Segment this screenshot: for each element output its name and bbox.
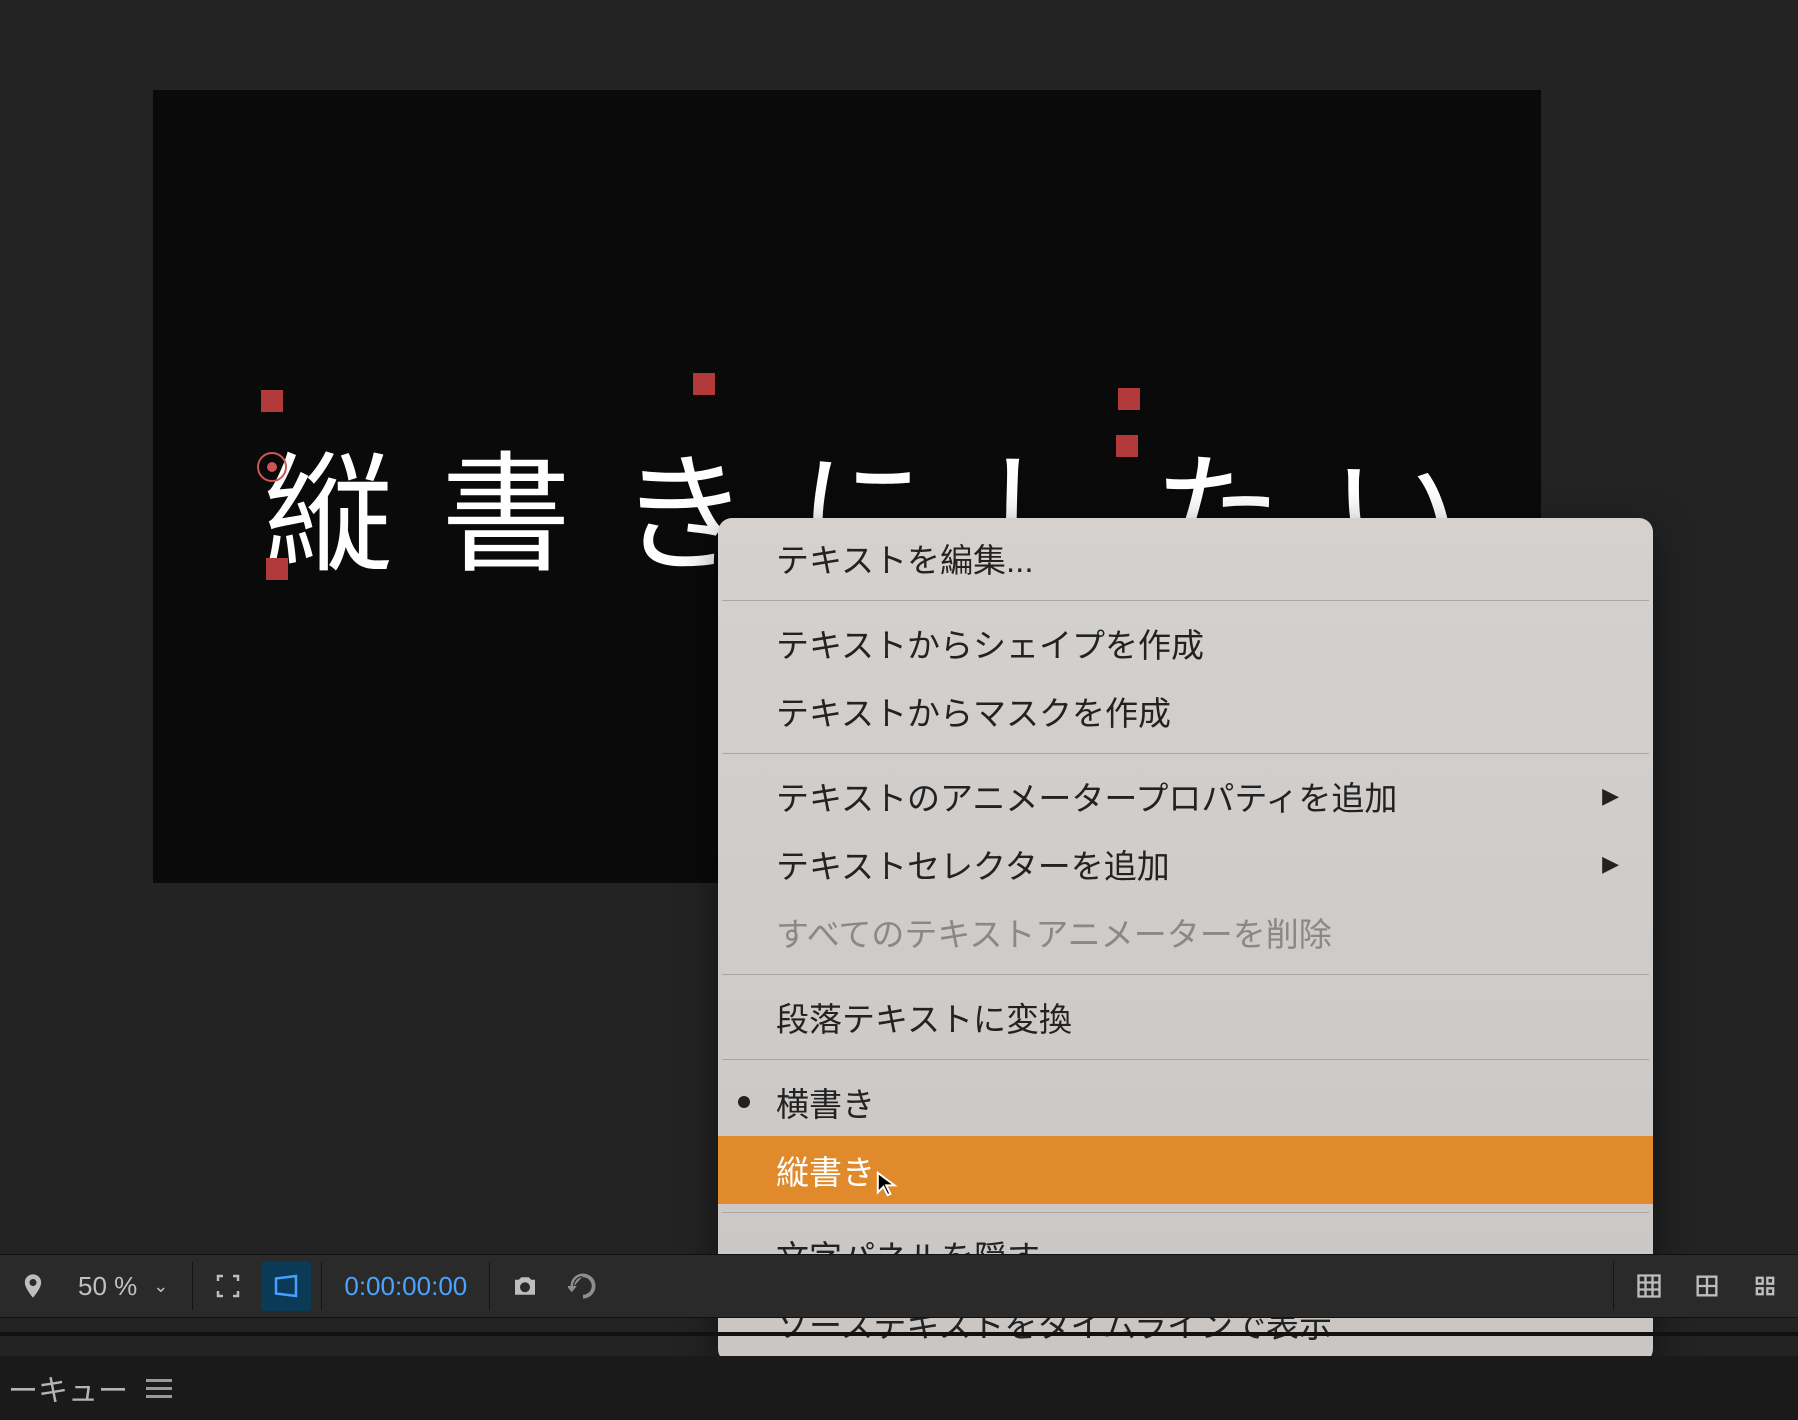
panel-tab[interactable]: ーキュー [8,1366,128,1410]
menu-item-horizontal-writing[interactable]: 横書き [718,1068,1653,1136]
menu-item-label: 縦書き [776,1146,875,1194]
menu-separator [722,974,1649,975]
selection-handle[interactable] [261,390,283,412]
panel-tab-strip: ーキュー [0,1356,1798,1420]
chevron-down-icon[interactable]: ⌄ [153,1276,186,1297]
menu-item-label: テキストからマスクを作成 [776,687,1171,735]
menu-item-edit-text[interactable]: テキストを編集... [718,524,1653,592]
snapshot-icon[interactable] [500,1261,550,1311]
submenu-arrow-icon: ▶ [1602,783,1619,809]
guides-icon[interactable] [1682,1261,1732,1311]
menu-item-create-masks[interactable]: テキストからマスクを作成 [718,677,1653,745]
menu-item-label: 段落テキストに変換 [776,993,1072,1041]
selection-handle[interactable] [1116,435,1138,457]
menu-separator [722,753,1649,754]
show-snapshot-icon[interactable] [558,1261,608,1311]
zoom-level[interactable]: 50 % [62,1271,153,1302]
menu-item-label: テキストセレクターを追加 [776,840,1170,888]
selection-handle[interactable] [1118,388,1140,410]
adjustable-guides-icon[interactable] [1740,1261,1790,1311]
menu-item-add-animator[interactable]: テキストのアニメータープロパティを追加 ▶ [718,762,1653,830]
menu-item-convert-paragraph[interactable]: 段落テキストに変換 [718,983,1653,1051]
selection-handle[interactable] [266,558,288,580]
toolbar-separator [1613,1262,1614,1310]
mouse-cursor-icon [875,1170,903,1198]
menu-item-create-shapes[interactable]: テキストからシェイプを作成 [718,609,1653,677]
mask-visibility-icon[interactable] [261,1261,311,1311]
checkmark-icon [738,1096,750,1108]
menu-item-remove-animators: すべてのテキストアニメーターを削除 [718,898,1653,966]
text-layer-context-menu: テキストを編集... テキストからシェイプを作成 テキストからマスクを作成 テキ… [718,518,1653,1363]
grid-icon[interactable] [1624,1261,1674,1311]
menu-item-label: すべてのテキストアニメーターを削除 [776,908,1332,956]
menu-item-add-selector[interactable]: テキストセレクターを追加 ▶ [718,830,1653,898]
submenu-arrow-icon: ▶ [1602,851,1619,877]
menu-separator [722,600,1649,601]
menu-separator [722,1059,1649,1060]
menu-item-label: テキストからシェイプを作成 [776,619,1204,667]
menu-separator [722,1212,1649,1213]
panel-divider[interactable] [0,1332,1798,1336]
anchor-point-handle[interactable] [257,452,287,482]
menu-item-label: テキストを編集... [776,534,1034,582]
selection-handle[interactable] [693,373,715,395]
menu-item-label: テキストのアニメータープロパティを追加 [776,772,1397,820]
viewer-toolbar: 50 % ⌄ 0:00:00:00 [0,1254,1798,1318]
toolbar-separator [192,1262,193,1310]
marker-pin-icon[interactable] [8,1261,58,1311]
menu-item-label: 横書き [776,1078,875,1126]
toolbar-separator [489,1262,490,1310]
menu-item-vertical-writing[interactable]: 縦書き [718,1136,1653,1204]
current-timecode[interactable]: 0:00:00:00 [328,1271,483,1302]
toolbar-separator [321,1262,322,1310]
panel-menu-icon[interactable] [146,1379,172,1398]
crop-region-icon[interactable] [203,1261,253,1311]
